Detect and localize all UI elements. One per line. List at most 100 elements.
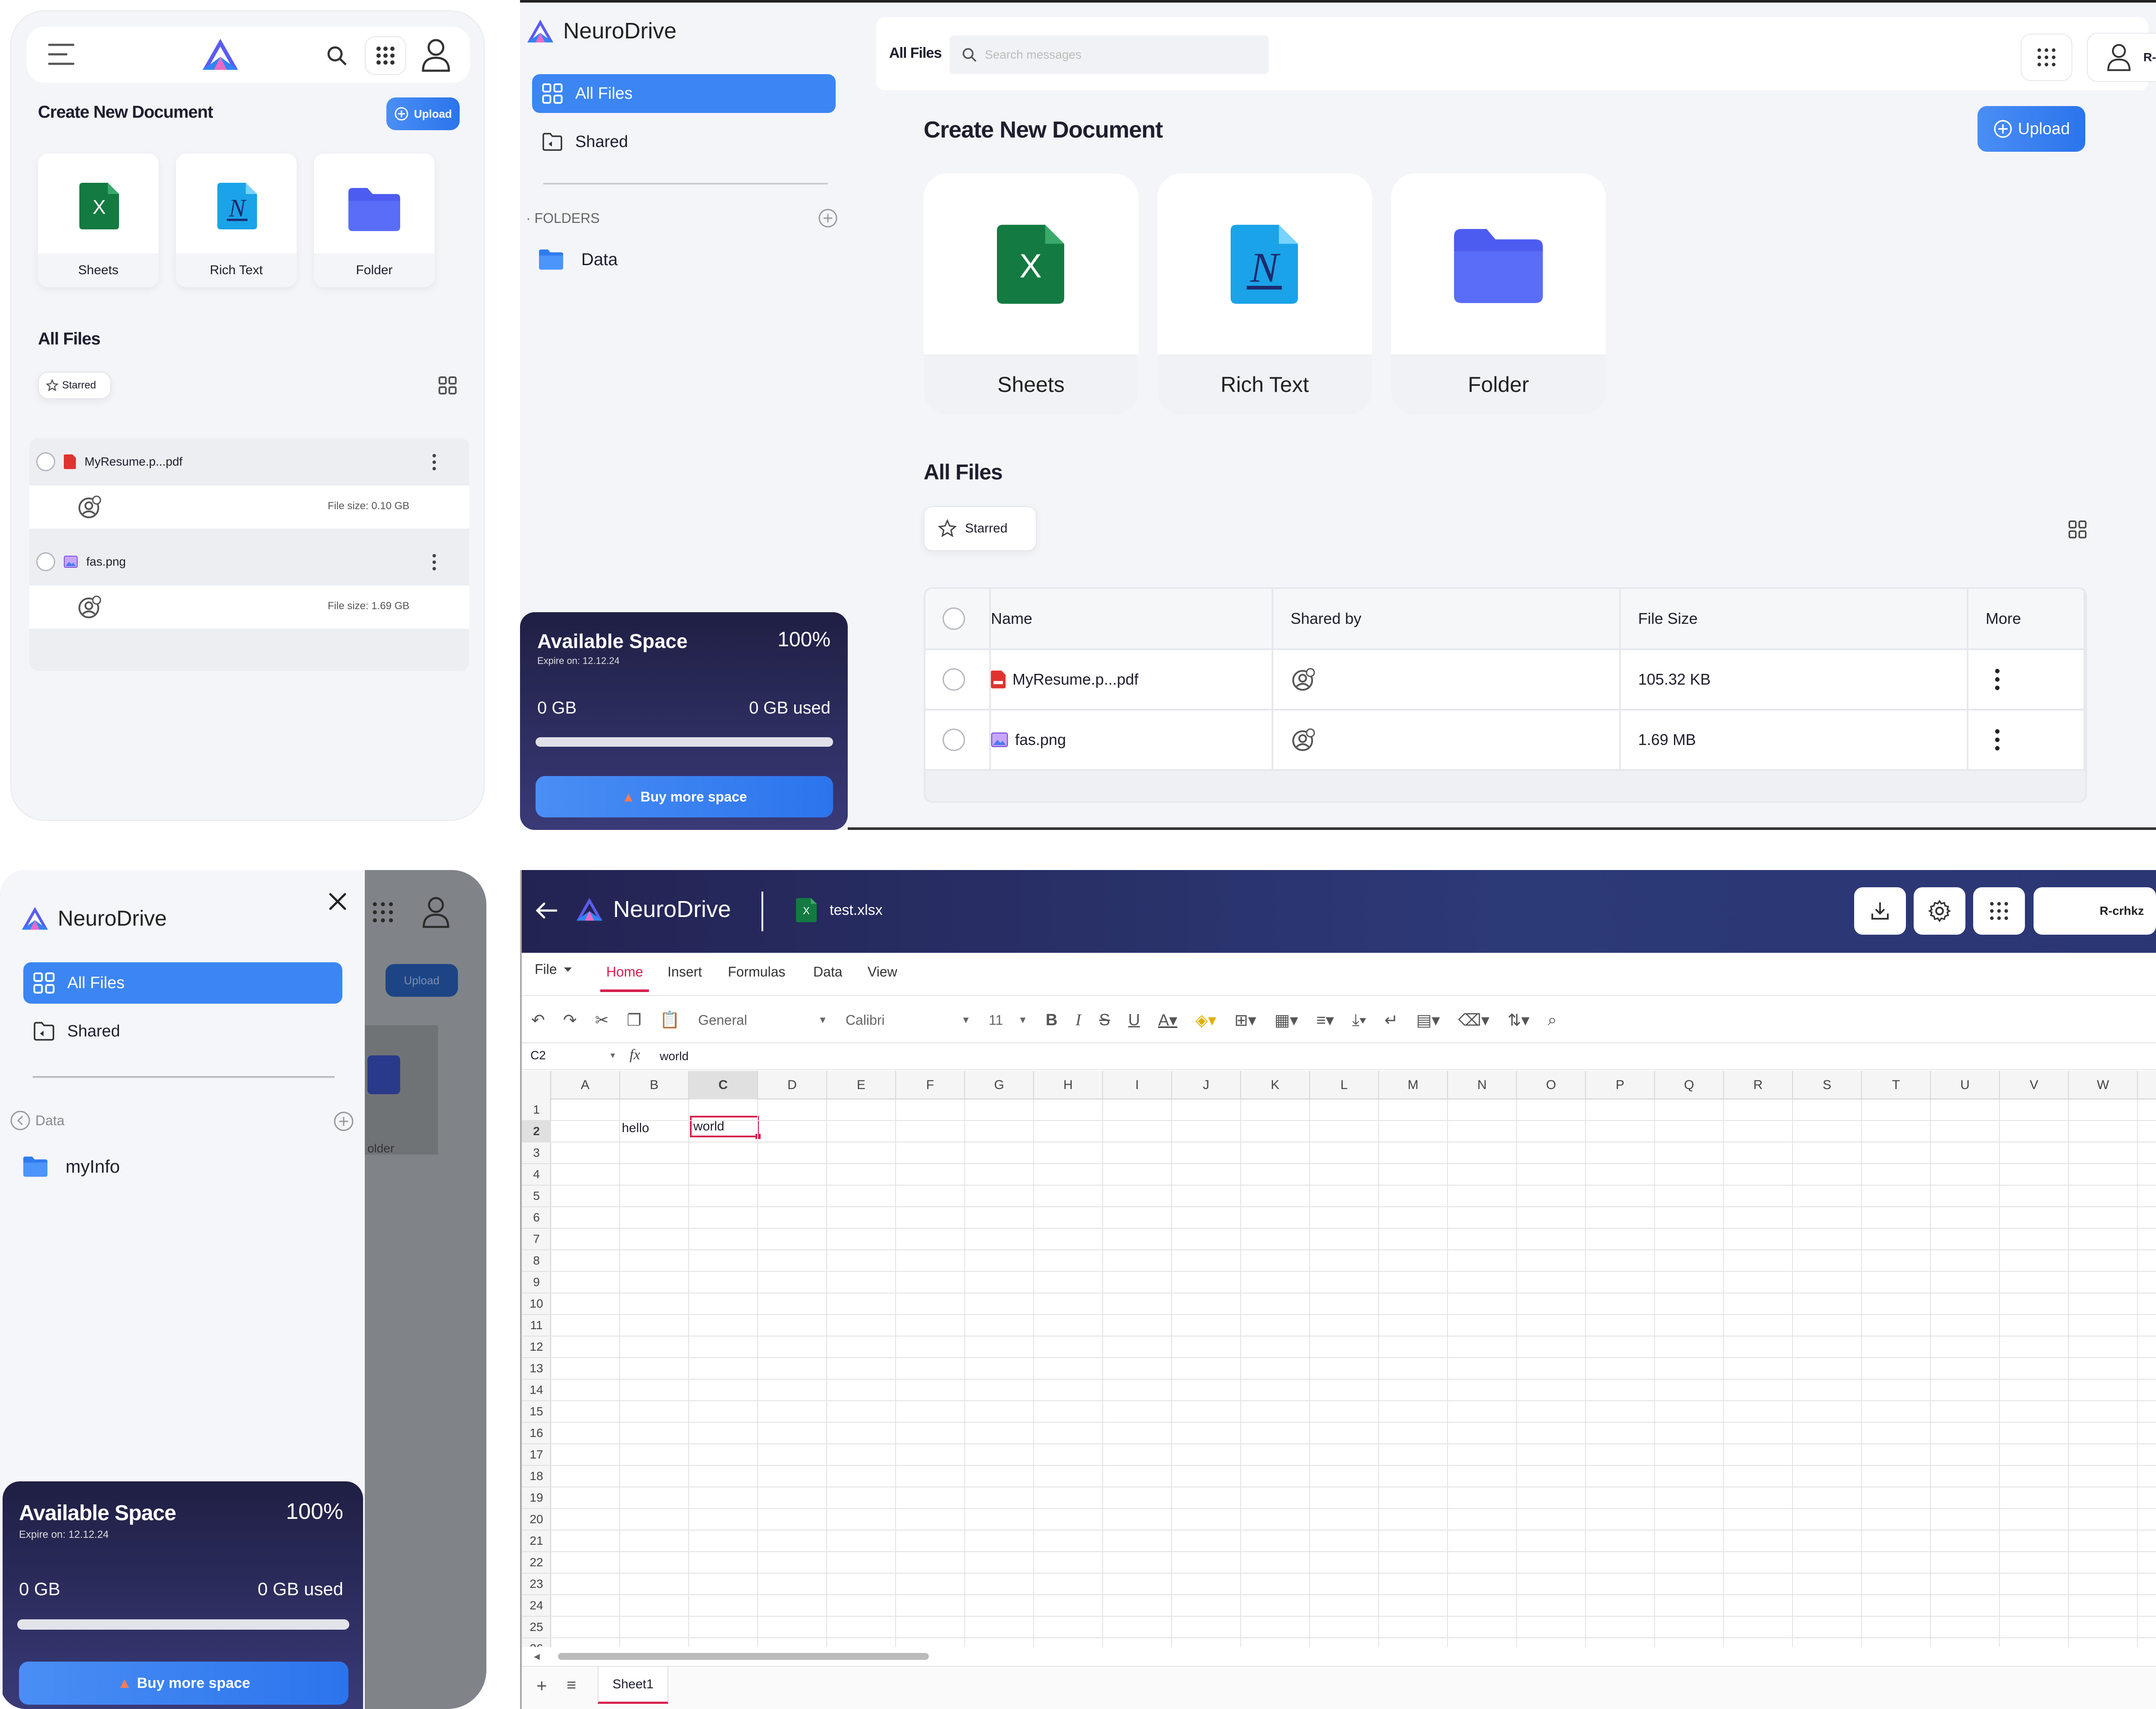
- vertical-align-icon[interactable]: ⤓▾: [1352, 1011, 1366, 1030]
- column-header-w[interactable]: W: [2069, 1071, 2138, 1099]
- cell-reference-box[interactable]: C2 ▼: [530, 1049, 617, 1062]
- file-name[interactable]: fas.png: [1015, 731, 1066, 749]
- row-header-9[interactable]: 9: [522, 1272, 551, 1293]
- wrap-text-icon[interactable]: ↵: [1385, 1011, 1398, 1030]
- doc-item-folder[interactable]: Folder: [314, 153, 435, 287]
- row-header-2[interactable]: 2: [522, 1121, 551, 1142]
- sidebar-item-all-files[interactable]: All Files: [23, 962, 342, 1004]
- buy-more-space-button[interactable]: ▲ Buy more space: [536, 776, 833, 817]
- grid-view-icon[interactable]: [2068, 520, 2087, 539]
- doc-item-folder[interactable]: Folder: [1391, 173, 1606, 415]
- row-header-3[interactable]: 3: [522, 1142, 551, 1164]
- conditional-format-icon[interactable]: ▤▾: [1416, 1011, 1440, 1030]
- row-header-7[interactable]: 7: [522, 1229, 551, 1250]
- cut-icon[interactable]: ✂: [595, 1011, 609, 1030]
- copy-icon[interactable]: ❐: [627, 1011, 642, 1030]
- table-row[interactable]: MyResume.p...pdf 105.32 KB: [925, 649, 2085, 711]
- column-header[interactable]: Shared by: [1272, 589, 1621, 650]
- column-header-k[interactable]: K: [1241, 1071, 1310, 1099]
- row-header-4[interactable]: 4: [522, 1164, 551, 1186]
- tab-insert[interactable]: Insert: [667, 964, 702, 980]
- folder-item-data[interactable]: Data: [539, 249, 618, 270]
- doc-item-sheets[interactable]: X Sheets: [38, 153, 159, 287]
- column-header-h[interactable]: H: [1034, 1071, 1103, 1099]
- sheet-tab[interactable]: Sheet1: [598, 1667, 668, 1704]
- folder-item-myinfo[interactable]: myInfo: [23, 1156, 120, 1177]
- row-header-24[interactable]: 24: [522, 1595, 551, 1617]
- font-color-icon[interactable]: A▾: [1158, 1011, 1177, 1030]
- borders-icon[interactable]: ▦▾: [1275, 1011, 1298, 1030]
- tab-view[interactable]: View: [868, 964, 897, 980]
- font-name-select[interactable]: Calibri ▼: [846, 1012, 971, 1028]
- row-header-20[interactable]: 20: [522, 1509, 551, 1531]
- row-header-25[interactable]: 25: [522, 1617, 551, 1638]
- back-circle-icon[interactable]: [9, 1110, 31, 1131]
- user-menu-button[interactable]: R-crhkz: [2034, 887, 2156, 935]
- apps-grid-button[interactable]: [365, 36, 406, 75]
- column-header-e[interactable]: E: [827, 1071, 896, 1099]
- row-checkbox[interactable]: [943, 729, 965, 751]
- row-header-15[interactable]: 15: [522, 1401, 551, 1423]
- more-vertical-icon[interactable]: [432, 554, 436, 571]
- buy-more-space-button[interactable]: ▲ Buy more space: [19, 1662, 348, 1705]
- scroll-thumb[interactable]: [558, 1653, 929, 1660]
- number-format-select[interactable]: General ▼: [698, 1012, 827, 1028]
- column-header-c[interactable]: C: [689, 1071, 758, 1099]
- row-header-11[interactable]: 11: [522, 1315, 551, 1337]
- column-header-b[interactable]: B: [620, 1071, 689, 1099]
- more-vertical-icon[interactable]: [1994, 668, 2000, 691]
- menu-icon[interactable]: [47, 42, 75, 66]
- sidebar-item-all-files[interactable]: All Files: [532, 74, 836, 113]
- row-header-6[interactable]: 6: [522, 1207, 551, 1229]
- starred-filter-button[interactable]: Starred: [38, 372, 111, 399]
- sidebar-item-shared[interactable]: Shared: [23, 1011, 342, 1052]
- column-header-i[interactable]: I: [1103, 1071, 1172, 1099]
- apps-grid-button[interactable]: [2021, 34, 2072, 81]
- row-header-23[interactable]: 23: [522, 1574, 551, 1595]
- back-arrow-icon[interactable]: [535, 901, 558, 920]
- horizontal-scrollbar[interactable]: ◀: [522, 1650, 2156, 1662]
- row-header-26[interactable]: 26: [522, 1638, 551, 1647]
- user-icon[interactable]: [421, 38, 451, 72]
- column-header-q[interactable]: Q: [1655, 1071, 1724, 1099]
- tab-data[interactable]: Data: [813, 964, 843, 980]
- row-header-13[interactable]: 13: [522, 1358, 551, 1380]
- italic-icon[interactable]: I: [1075, 1011, 1081, 1030]
- row-checkbox[interactable]: [943, 668, 965, 691]
- doc-item-rich-text[interactable]: N Rich Text: [176, 153, 297, 287]
- tab-home[interactable]: Home: [600, 964, 649, 992]
- column-header-a[interactable]: A: [551, 1071, 620, 1099]
- column-header-j[interactable]: J: [1172, 1071, 1241, 1099]
- sheet-list-icon[interactable]: ≡: [567, 1676, 576, 1695]
- column-header-v[interactable]: V: [2000, 1071, 2069, 1099]
- doc-item-sheets[interactable]: X Sheets: [924, 173, 1138, 415]
- cell-c2-selected[interactable]: world: [690, 1116, 759, 1137]
- column-header-n[interactable]: N: [1448, 1071, 1517, 1099]
- upload-button[interactable]: Upload: [386, 97, 460, 130]
- column-header-m[interactable]: M: [1379, 1071, 1448, 1099]
- paste-icon[interactable]: 📋: [660, 1011, 680, 1030]
- row-header-1[interactable]: 1: [522, 1099, 551, 1121]
- redo-icon[interactable]: ↷: [563, 1011, 577, 1030]
- row-header-14[interactable]: 14: [522, 1380, 551, 1401]
- list-item[interactable]: fas.png: [29, 538, 469, 585]
- download-button[interactable]: [1854, 887, 1906, 935]
- align-icon[interactable]: ≡▾: [1316, 1011, 1334, 1030]
- undo-icon[interactable]: ↶: [531, 1011, 545, 1030]
- sort-icon[interactable]: ⇅▾: [1507, 1011, 1529, 1030]
- row-header-22[interactable]: 22: [522, 1552, 551, 1574]
- column-header[interactable]: File Size: [1620, 589, 1968, 650]
- strikethrough-icon[interactable]: S: [1099, 1011, 1110, 1030]
- column-header-r[interactable]: R: [1724, 1071, 1793, 1099]
- row-header-18[interactable]: 18: [522, 1466, 551, 1487]
- underline-icon[interactable]: U: [1128, 1011, 1140, 1030]
- more-vertical-icon[interactable]: [1994, 729, 2000, 751]
- more-vertical-icon[interactable]: [432, 454, 436, 471]
- select-checkbox[interactable]: [36, 552, 55, 571]
- starred-filter-button[interactable]: Starred: [924, 506, 1037, 551]
- column-header-l[interactable]: L: [1310, 1071, 1379, 1099]
- merge-cells-icon[interactable]: ⊞▾: [1235, 1011, 1257, 1030]
- list-item[interactable]: MyResume.p...pdf: [29, 438, 469, 485]
- column-header[interactable]: Name: [990, 589, 1273, 650]
- scroll-left-icon[interactable]: ◀: [534, 1652, 540, 1661]
